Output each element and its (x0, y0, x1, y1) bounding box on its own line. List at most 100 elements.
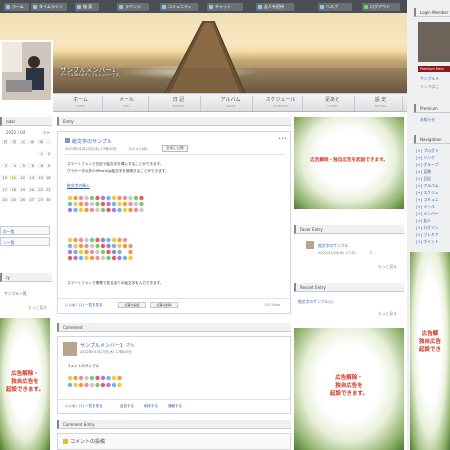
emoji-glyph (73, 249, 78, 255)
navigation-item[interactable]: [+] 日記 (416, 176, 431, 182)
right-ad-banner[interactable]: 広告解除・独自広告を起設できます。 (294, 117, 404, 209)
archive-more-link[interactable]: もっと見る (28, 305, 47, 311)
premium-news-link[interactable]: お知らせ (420, 117, 435, 123)
profile-avatar[interactable] (0, 40, 53, 102)
emoji-glyph (133, 207, 139, 213)
emoji-glyph (67, 237, 73, 243)
topnav-logout-button[interactable]: ログアウト (362, 3, 400, 11)
favor-heading: Favor Entry (294, 225, 404, 234)
comment-emoji-row (67, 375, 122, 388)
emoji-glyph (89, 255, 95, 261)
emoji-insert-link[interactable]: 絵文字の挿入 (67, 183, 90, 189)
emoji-glyph (128, 201, 133, 207)
member-link[interactable]: サンプルメ (420, 76, 439, 82)
left-ad-banner[interactable]: 広告解除・ 独自広告を 起設できます。 (0, 318, 50, 450)
comment-like-link[interactable]: いいね！(1) 一覧を見る (65, 404, 103, 409)
help-icon (320, 5, 324, 9)
archive-link[interactable]: サンプル一覧 (4, 291, 27, 297)
topnav-chat-button[interactable]: チャット (207, 3, 243, 11)
navigation-item[interactable]: [+] ブログト (416, 148, 439, 154)
emoji-glyph (67, 207, 73, 213)
delete-entry-button[interactable]: 記事の削除 (150, 302, 178, 308)
emoji-glyph (122, 255, 128, 261)
emoji-glyph (73, 207, 78, 213)
navigation-item[interactable]: [+] 友人 (416, 218, 431, 224)
emoji-glyph (128, 243, 133, 249)
topnav-search-button[interactable]: 検 索 (75, 3, 99, 11)
emoji-glyph (100, 207, 106, 213)
navigation-item[interactable]: [+] コミュニ (416, 197, 439, 203)
navigation-item[interactable]: [+] ログイン (416, 225, 439, 231)
emoji-glyph (122, 243, 128, 249)
emoji-glyph (89, 375, 95, 381)
mainnav-entries[interactable]: 日 記 ENTRIES (157, 96, 201, 111)
entry-title[interactable]: 絵文字のサンプル (72, 138, 112, 145)
reply-link[interactable]: 返信する (120, 404, 134, 409)
emoji-glyph (106, 201, 111, 207)
mainnav-setting[interactable]: 設 定 SETTING (359, 96, 403, 111)
navigation-item[interactable]: [+] 足跡 (416, 169, 431, 175)
mainnav-schedule[interactable]: スケジュール SCHEDULE (259, 96, 303, 111)
emoji-glyph (95, 207, 100, 213)
right-ad-banner-2[interactable]: 広告解除・ 独自広告を 起設できます。 (294, 328, 404, 450)
navigation-item[interactable]: [+] プレミア (416, 232, 439, 238)
emoji-glyph (67, 243, 73, 249)
calendar-month: 2022 / 04 (6, 130, 26, 135)
topnav-timeline-button[interactable]: タイムライン (31, 3, 67, 11)
navigation-item[interactable]: [+] アルバム (416, 183, 439, 189)
mainnav-home[interactable]: ホーム HOME (59, 96, 103, 111)
emoji-glyph (89, 201, 95, 207)
delete-comment-link[interactable]: 削除する (144, 404, 158, 409)
topnav-lounge-button[interactable]: ラウンジ (117, 3, 149, 11)
topnav-invite-button[interactable]: 友人を招待 (256, 3, 294, 11)
login-member-heading: Login Member (414, 8, 450, 17)
like-link[interactable]: いいね！(1) 一覧を見る (65, 303, 103, 308)
navigation-item[interactable]: [+] メンバー (416, 211, 439, 217)
navigation-item[interactable]: [+] スケジュ (416, 190, 438, 196)
emoji-glyph (67, 255, 73, 261)
category-list-item[interactable]: の一覧 (0, 226, 50, 235)
emoji-glyph (133, 195, 139, 201)
emoji-glyph (100, 249, 106, 255)
topnav-home-button[interactable]: ホーム (4, 3, 29, 11)
member-photo[interactable] (418, 22, 450, 62)
emoji-glyph (100, 195, 106, 201)
favor-more-link[interactable]: もっと見る (378, 264, 397, 270)
report-link[interactable]: 通報する (168, 404, 182, 409)
archive-heading: ry (0, 273, 52, 282)
recent-heading: Recent Entry (294, 283, 404, 292)
emoji-glyph (73, 382, 78, 388)
topnav-community-button[interactable]: コミュニティ (160, 3, 198, 11)
navigation-heading: Navigation (414, 135, 450, 144)
mainnav-mail[interactable]: メール MAIL (105, 96, 149, 111)
emoji-glyph (84, 375, 89, 381)
mainnav-access[interactable]: 足あと ACCESS (311, 96, 355, 111)
topnav-help-button[interactable]: ヘルプ (318, 3, 352, 11)
category-list-item[interactable]: ン一覧 (0, 237, 50, 246)
member-sub-link[interactable]: リンクはこ (420, 84, 439, 90)
favor-avatar[interactable] (306, 241, 314, 249)
emoji-glyph (67, 249, 73, 255)
entry-comment-count[interactable]: コメント(8) (128, 147, 147, 152)
emoji-glyph (139, 207, 144, 213)
divider (58, 298, 290, 299)
calendar-next-button[interactable]: >> (43, 130, 50, 135)
emoji-glyph (78, 237, 84, 243)
emoji-glyph (78, 375, 84, 381)
navigation-item[interactable]: [+] メール (416, 204, 435, 210)
emoji-glyph (100, 201, 106, 207)
navigation-item[interactable]: [+] リンク (416, 155, 435, 161)
edit-entry-button[interactable]: 記事の編集 (118, 302, 146, 308)
commenter-avatar[interactable] (63, 342, 77, 356)
navigation-item[interactable]: [+] グループ (416, 162, 438, 168)
favor-entry-link[interactable]: 絵文字のサンプル (318, 243, 348, 249)
navigation-item[interactable]: [+] ポイント (416, 239, 439, 245)
far-right-ad-banner[interactable]: 広告解 独自広告 起設でき (410, 252, 450, 450)
commenter-name[interactable]: サンプルメンバー1 (80, 342, 123, 349)
entry-body-line: スマートフォンで日記で絵文字を挿入することができます。 (67, 162, 164, 166)
mainnav-album[interactable]: アルバム ALBUM (209, 96, 253, 111)
recent-more-link[interactable]: もっと見る (378, 311, 397, 317)
recent-entry-link[interactable]: 絵文字のサンプル(1) (298, 299, 334, 305)
emoji-glyph (139, 201, 144, 207)
more-options-icon[interactable]: ••• (278, 136, 287, 142)
